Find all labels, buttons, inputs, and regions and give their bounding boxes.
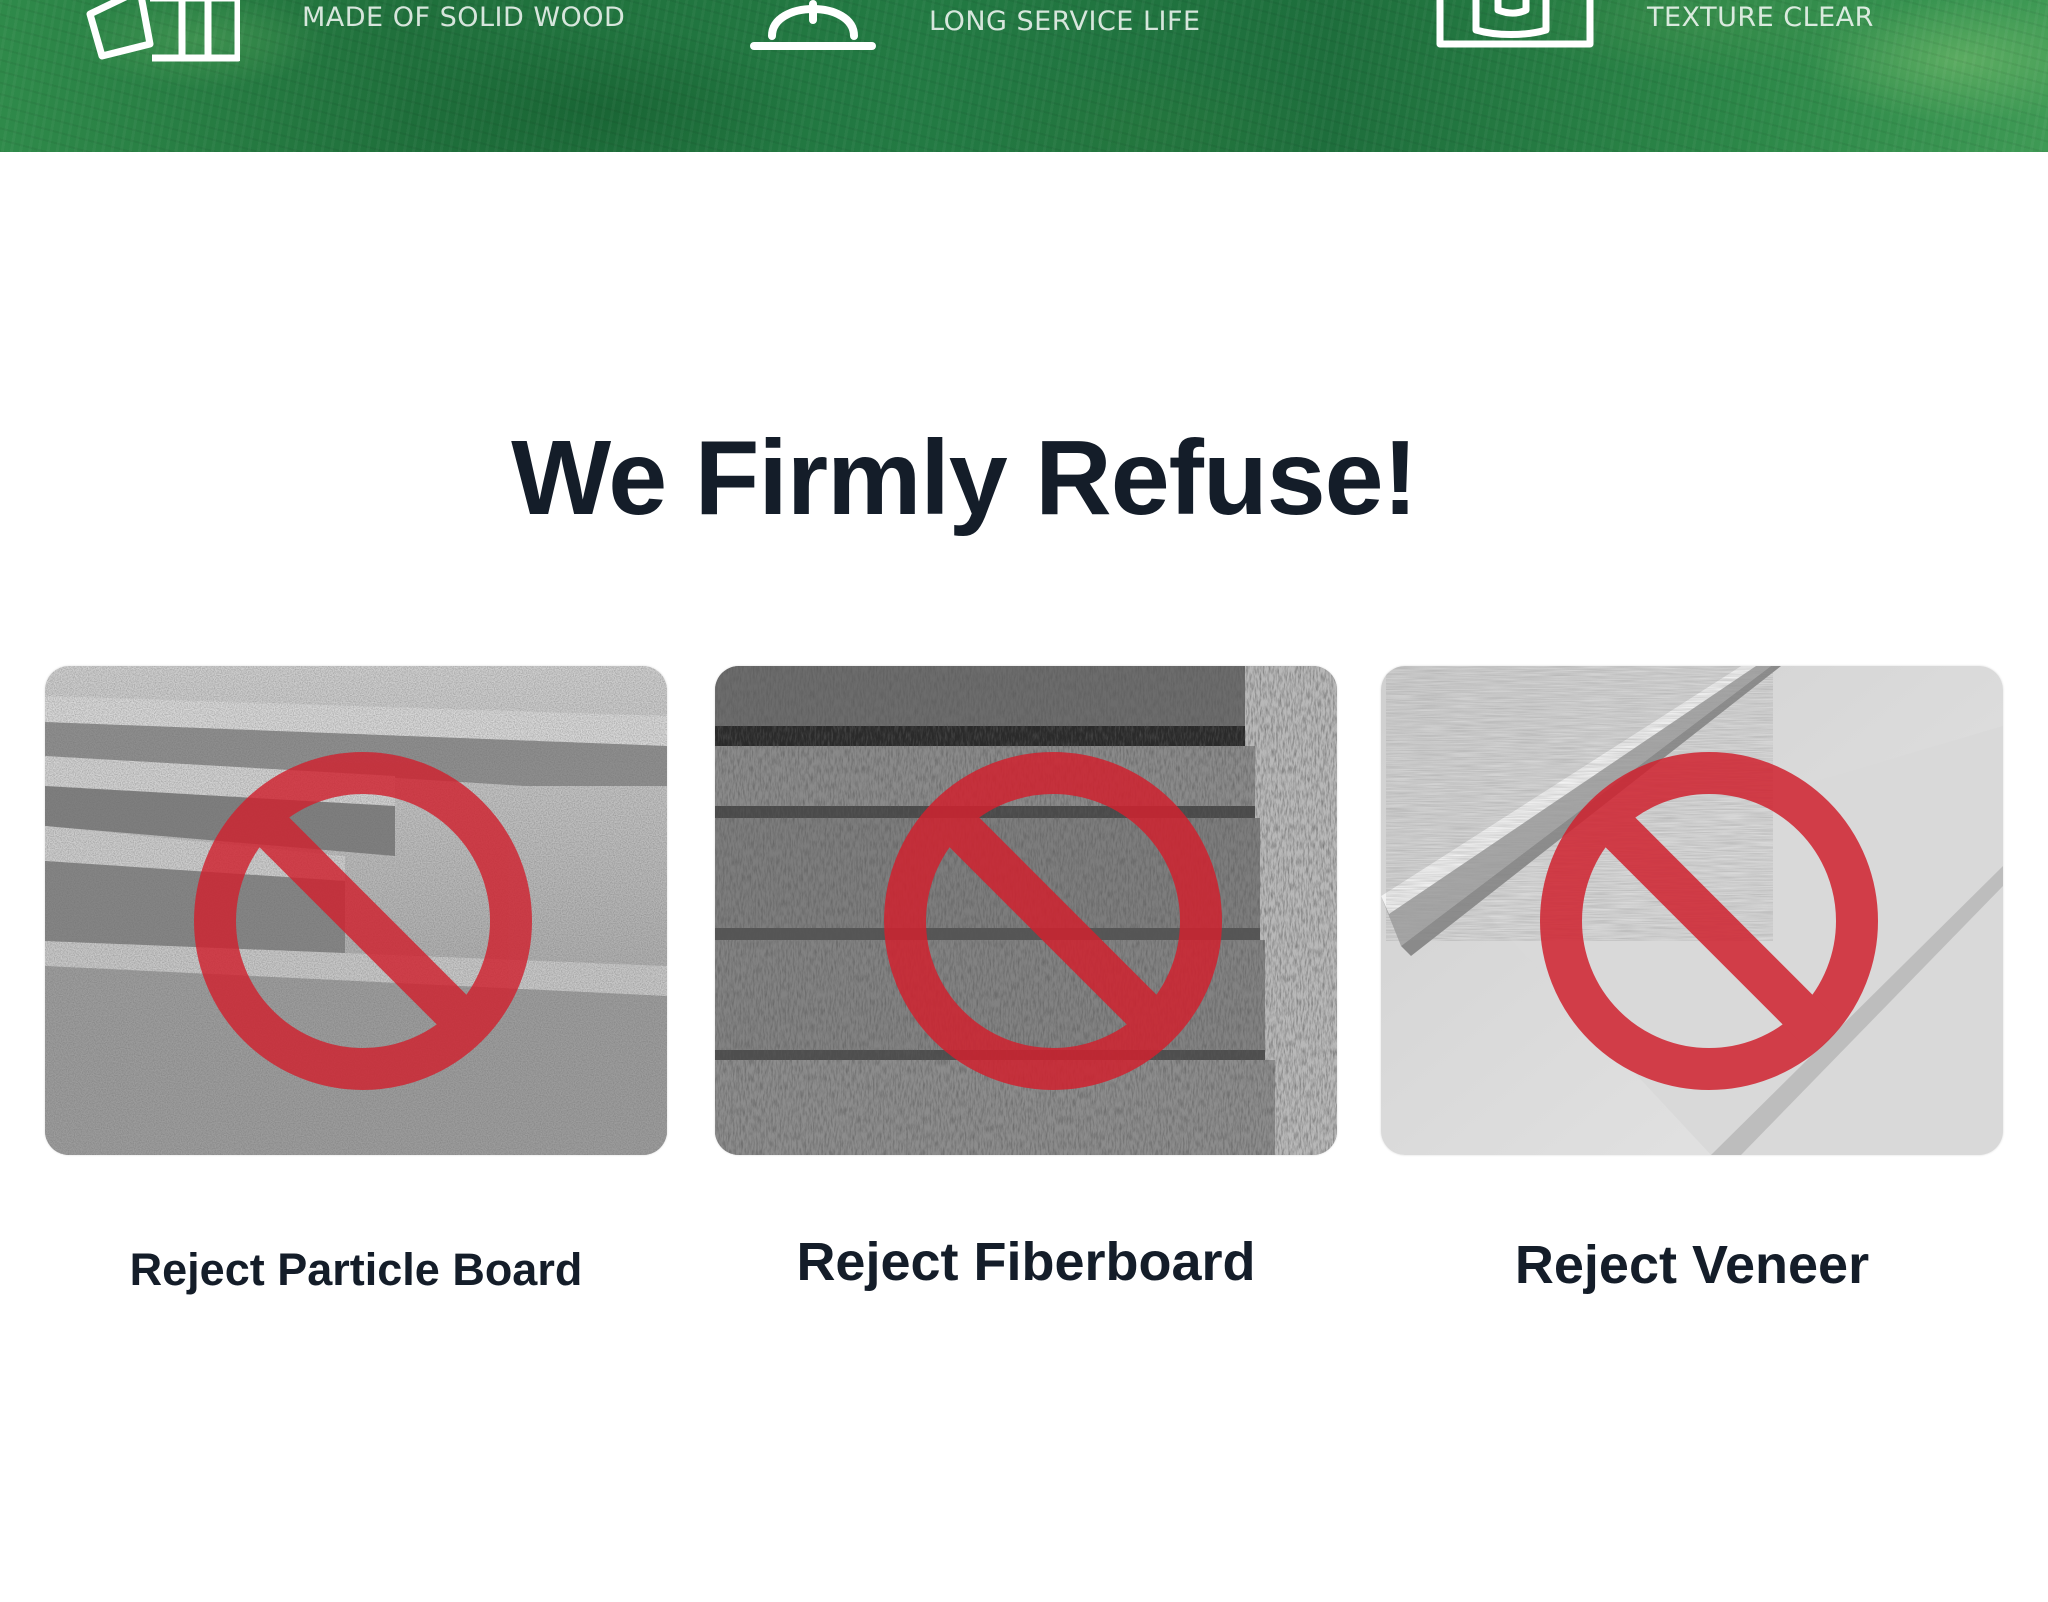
feature-label: MADE OF SOLID WOOD bbox=[302, 2, 626, 33]
reject-card-veneer: Reject Veneer bbox=[1381, 666, 2003, 1295]
card-label: Reject Fiberboard bbox=[796, 1232, 1256, 1292]
feature-banner: MADE OF SOLID WOOD LONG SERVICE LIFE TEX… bbox=[0, 0, 2048, 152]
wood-grain-icon bbox=[1436, 0, 1596, 55]
hard-hat-icon bbox=[748, 0, 878, 65]
wood-board-icon bbox=[80, 0, 242, 67]
reject-card-particle-board: Reject Particle Board bbox=[45, 666, 667, 1295]
feature-label: LONG SERVICE LIFE bbox=[929, 6, 1201, 37]
feature-label: TEXTURE CLEAR bbox=[1647, 2, 1874, 33]
prohibited-icon bbox=[883, 751, 1223, 1096]
prohibited-icon bbox=[193, 751, 533, 1096]
prohibited-icon bbox=[1539, 751, 1879, 1096]
reject-card-fiberboard: Reject Fiberboard bbox=[715, 666, 1337, 1292]
card-label: Reject Particle Board bbox=[129, 1244, 583, 1295]
card-label: Reject Veneer bbox=[1514, 1235, 1870, 1295]
section-title: We Firmly Refuse! bbox=[511, 419, 1418, 537]
